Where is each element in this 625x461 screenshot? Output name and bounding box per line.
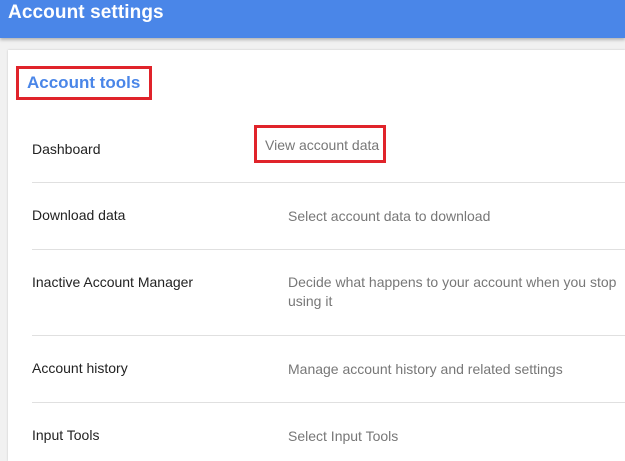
tool-label-inactive-account-manager: Inactive Account Manager: [32, 274, 194, 290]
tool-label-download-data: Download data: [32, 207, 126, 223]
tool-row-download-data[interactable]: Download data Select account data to dow…: [32, 183, 625, 250]
view-account-data-link-highlight[interactable]: View account data: [254, 125, 386, 163]
tool-label-input-tools: Input Tools: [32, 427, 100, 443]
page-title: Account settings: [8, 2, 164, 23]
tool-row-inactive-account-manager[interactable]: Inactive Account Manager Decide what hap…: [32, 250, 625, 336]
app-header: Account settings: [0, 0, 625, 38]
tool-desc-input-tools[interactable]: Select Input Tools: [288, 427, 625, 446]
account-tools-card: Account tools Dashboard View account dat…: [8, 50, 625, 461]
tool-label-account-history: Account history: [32, 360, 128, 376]
tool-row-input-tools[interactable]: Input Tools Select Input Tools: [32, 403, 625, 461]
section-title-highlight: Account tools: [16, 66, 152, 100]
tool-desc-download-data[interactable]: Select account data to download: [288, 207, 625, 226]
tool-desc-inactive-account-manager[interactable]: Decide what happens to your account when…: [288, 273, 625, 311]
section-title: Account tools: [27, 73, 141, 92]
tool-row-account-history[interactable]: Account history Manage account history a…: [32, 336, 625, 403]
view-account-data-link[interactable]: View account data: [265, 137, 379, 153]
tool-row-dashboard[interactable]: Dashboard View account data: [32, 124, 625, 183]
tool-desc-account-history[interactable]: Manage account history and related setti…: [288, 360, 625, 379]
tool-label-dashboard: Dashboard: [32, 141, 101, 157]
